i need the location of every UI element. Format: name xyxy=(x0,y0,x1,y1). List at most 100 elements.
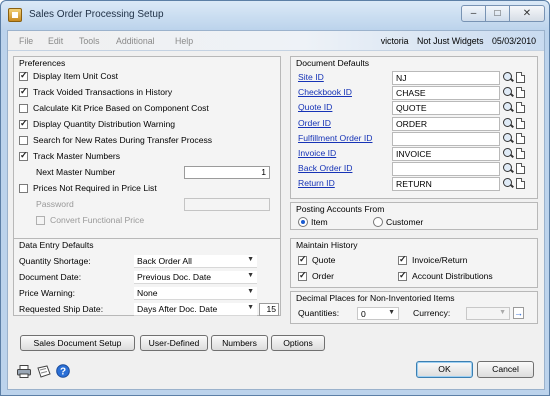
menu-help[interactable]: Help xyxy=(175,36,193,46)
lookup-icon[interactable] xyxy=(503,72,513,83)
help-icon[interactable]: ? xyxy=(56,364,70,378)
history-account-dist-row[interactable]: Account Distributions xyxy=(398,270,528,284)
quantity-shortage-dropdown[interactable]: Back Order All ▼ xyxy=(134,255,257,268)
decimal-places-title: Decimal Places for Non-Inventoried Items xyxy=(296,293,455,303)
menu-tools[interactable]: Tools xyxy=(79,36,100,46)
track-voided-row[interactable]: Track Voided Transactions in History xyxy=(19,86,269,100)
history-quote-row[interactable]: Quote xyxy=(298,254,388,268)
history-order-checkbox[interactable] xyxy=(298,270,307,281)
track-master-row[interactable]: Track Master Numbers xyxy=(19,150,269,164)
sales-document-setup-button[interactable]: Sales Document Setup xyxy=(20,335,135,351)
data-entry-group: Data Entry Defaults Quantity Shortage: B… xyxy=(13,238,281,316)
document-default-link[interactable]: Order ID xyxy=(298,118,331,128)
menu-additional[interactable]: Additional xyxy=(116,36,155,46)
document-default-input[interactable]: NJ xyxy=(392,71,500,85)
new-document-icon[interactable] xyxy=(516,87,525,99)
user-date: 05/03/2010 xyxy=(491,36,536,46)
new-document-icon[interactable] xyxy=(516,117,525,129)
lookup-icon[interactable] xyxy=(503,163,513,174)
app-icon xyxy=(8,8,22,22)
chevron-down-icon: ▼ xyxy=(247,304,254,311)
numbers-button[interactable]: Numbers xyxy=(211,335,268,351)
history-invoice-return-checkbox[interactable] xyxy=(398,254,407,265)
quantities-dropdown[interactable]: 0 ▼ xyxy=(357,307,399,320)
document-default-link[interactable]: Back Order ID xyxy=(298,163,352,173)
arrow-right-icon[interactable]: → xyxy=(513,307,524,319)
price-warning-dropdown[interactable]: None ▼ xyxy=(134,287,257,300)
menu-edit[interactable]: Edit xyxy=(48,36,63,46)
track-voided-checkbox[interactable] xyxy=(19,86,28,97)
close-button[interactable]: ✕ xyxy=(509,5,545,22)
track-master-checkbox[interactable] xyxy=(19,150,28,161)
document-default-link[interactable]: Site ID xyxy=(298,72,324,82)
ok-button[interactable]: OK xyxy=(416,361,473,378)
posting-accounts-group: Posting Accounts From Item Customer xyxy=(290,202,538,230)
display-qty-dist-checkbox[interactable] xyxy=(19,118,28,129)
document-default-input[interactable]: QUOTE xyxy=(392,101,500,116)
lookup-icon[interactable] xyxy=(503,102,513,113)
document-default-input[interactable] xyxy=(392,131,500,146)
currency-dropdown[interactable]: ▼ xyxy=(466,307,510,320)
prices-not-required-row[interactable]: Prices Not Required in Price List xyxy=(19,183,269,196)
posting-item-radio[interactable] xyxy=(298,217,308,227)
quantities-value: 0 xyxy=(361,309,366,319)
document-default-input[interactable] xyxy=(392,162,500,177)
document-default-link[interactable]: Invoice ID xyxy=(298,148,336,158)
history-quote-checkbox[interactable] xyxy=(298,254,307,265)
ship-days-input[interactable]: 15 xyxy=(259,303,279,316)
history-invoice-return-row[interactable]: Invoice/Return xyxy=(398,254,528,268)
maintain-history-title: Maintain History xyxy=(296,240,358,250)
document-default-input[interactable]: ORDER xyxy=(392,116,500,131)
display-qty-dist-label: Display Quantity Distribution Warning xyxy=(33,119,176,129)
new-document-icon[interactable] xyxy=(516,102,525,114)
currency-label: Currency: xyxy=(413,308,451,318)
convert-functional-label: Convert Functional Price xyxy=(50,215,145,225)
display-unit-cost-label: Display Item Unit Cost xyxy=(33,71,119,81)
display-unit-cost-row[interactable]: Display Item Unit Cost xyxy=(19,70,269,84)
calc-kit-price-row[interactable]: Calculate Kit Price Based on Component C… xyxy=(19,103,269,116)
history-order-row[interactable]: Order xyxy=(298,270,388,284)
document-defaults-row: Back Order ID xyxy=(298,162,534,177)
lookup-icon[interactable] xyxy=(503,132,513,144)
new-document-icon[interactable] xyxy=(516,72,525,83)
chevron-down-icon: ▼ xyxy=(247,288,254,295)
cancel-button[interactable]: Cancel xyxy=(477,361,534,378)
lookup-icon[interactable] xyxy=(503,117,513,129)
user-defined-button[interactable]: User-Defined xyxy=(140,335,208,351)
options-button[interactable]: Options xyxy=(271,335,325,351)
note-icon[interactable] xyxy=(37,365,52,378)
document-default-link[interactable]: Quote ID xyxy=(298,102,332,112)
search-new-rates-row[interactable]: Search for New Rates During Transfer Pro… xyxy=(19,135,269,148)
document-default-link[interactable]: Return ID xyxy=(298,178,335,188)
document-default-input[interactable]: RETURN xyxy=(392,177,500,192)
password-input xyxy=(184,198,270,211)
display-qty-dist-row[interactable]: Display Quantity Distribution Warning xyxy=(19,118,269,132)
lookup-icon[interactable] xyxy=(503,178,513,189)
display-unit-cost-checkbox[interactable] xyxy=(19,70,28,81)
document-date-dropdown[interactable]: Previous Doc. Date ▼ xyxy=(134,271,257,284)
document-default-input[interactable]: INVOICE xyxy=(392,147,500,161)
price-warning-value: None xyxy=(137,288,158,298)
minimize-button[interactable]: – xyxy=(461,5,486,22)
history-account-dist-checkbox[interactable] xyxy=(398,270,407,281)
posting-customer-radio[interactable] xyxy=(373,217,383,227)
lookup-icon[interactable] xyxy=(503,148,513,159)
prices-not-required-checkbox[interactable] xyxy=(19,184,28,193)
new-document-icon[interactable] xyxy=(516,163,525,175)
maximize-button[interactable]: □ xyxy=(485,5,510,22)
next-master-input[interactable]: 1 xyxy=(184,166,270,179)
menu-bar: File Edit Tools Additional Help victoria… xyxy=(8,31,544,51)
document-default-input[interactable]: CHASE xyxy=(392,86,500,101)
printer-icon[interactable] xyxy=(17,365,32,378)
document-default-link[interactable]: Checkbook ID xyxy=(298,87,352,97)
search-new-rates-checkbox[interactable] xyxy=(19,136,28,145)
document-default-link[interactable]: Fulfillment Order ID xyxy=(298,133,373,143)
requested-ship-date-dropdown[interactable]: Days After Doc. Date ▼ xyxy=(134,303,257,316)
calc-kit-price-checkbox[interactable] xyxy=(19,104,28,113)
new-document-icon[interactable] xyxy=(516,132,525,144)
lookup-icon[interactable] xyxy=(503,87,513,98)
history-order-label: Order xyxy=(312,271,334,281)
new-document-icon[interactable] xyxy=(516,148,525,159)
menu-file[interactable]: File xyxy=(19,36,33,46)
new-document-icon[interactable] xyxy=(516,178,525,190)
